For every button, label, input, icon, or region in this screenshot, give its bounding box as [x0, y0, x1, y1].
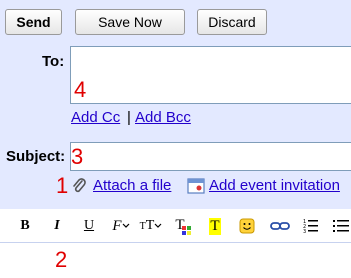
smiley-icon[interactable]: [238, 217, 256, 235]
marker-3: 3: [71, 144, 84, 169]
numbered-list-icon[interactable]: 1 2 3: [302, 217, 320, 235]
marker-4: 4: [74, 77, 87, 102]
paperclip-icon[interactable]: [70, 177, 88, 195]
italic-button[interactable]: I: [48, 217, 66, 235]
bold-button[interactable]: B: [16, 217, 34, 235]
font-size-button[interactable]: T T: [138, 217, 164, 235]
underline-button[interactable]: U: [80, 217, 98, 235]
link-icon[interactable]: [270, 217, 290, 235]
highlight-icon: T: [209, 217, 221, 235]
chevron-down-icon: [154, 223, 162, 228]
chevron-down-icon: [122, 223, 130, 228]
bulleted-list-icon[interactable]: [332, 217, 350, 235]
marker-1: 1: [56, 173, 69, 198]
to-field[interactable]: [70, 46, 351, 104]
calendar-icon[interactable]: [186, 177, 206, 195]
discard-button[interactable]: Discard: [197, 9, 267, 35]
font-icon: F: [112, 217, 122, 234]
svg-text:3: 3: [303, 229, 306, 234]
font-family-button[interactable]: F: [108, 217, 134, 235]
attach-file-link[interactable]: Attach a file: [93, 177, 171, 194]
add-bcc-link[interactable]: Add Bcc: [135, 109, 191, 126]
send-button[interactable]: Send: [5, 9, 62, 35]
message-body-editor[interactable]: [0, 242, 351, 278]
highlight-button[interactable]: T: [204, 217, 226, 235]
subject-field[interactable]: [70, 142, 351, 171]
to-label: To:: [42, 53, 65, 70]
marker-2: 2: [55, 247, 68, 272]
text-color-button[interactable]: T: [172, 217, 194, 235]
add-cc-link[interactable]: Add Cc: [71, 109, 120, 126]
link-separator: |: [127, 109, 131, 126]
save-now-button[interactable]: Save Now: [75, 9, 185, 35]
text-color-icon: T: [175, 216, 185, 233]
size-large-icon: T: [145, 218, 155, 233]
add-event-invitation-link[interactable]: Add event invitation: [209, 177, 340, 194]
subject-label: Subject:: [6, 148, 66, 165]
formatting-toolbar: B I U F T T T T 1 2 3: [0, 209, 351, 242]
